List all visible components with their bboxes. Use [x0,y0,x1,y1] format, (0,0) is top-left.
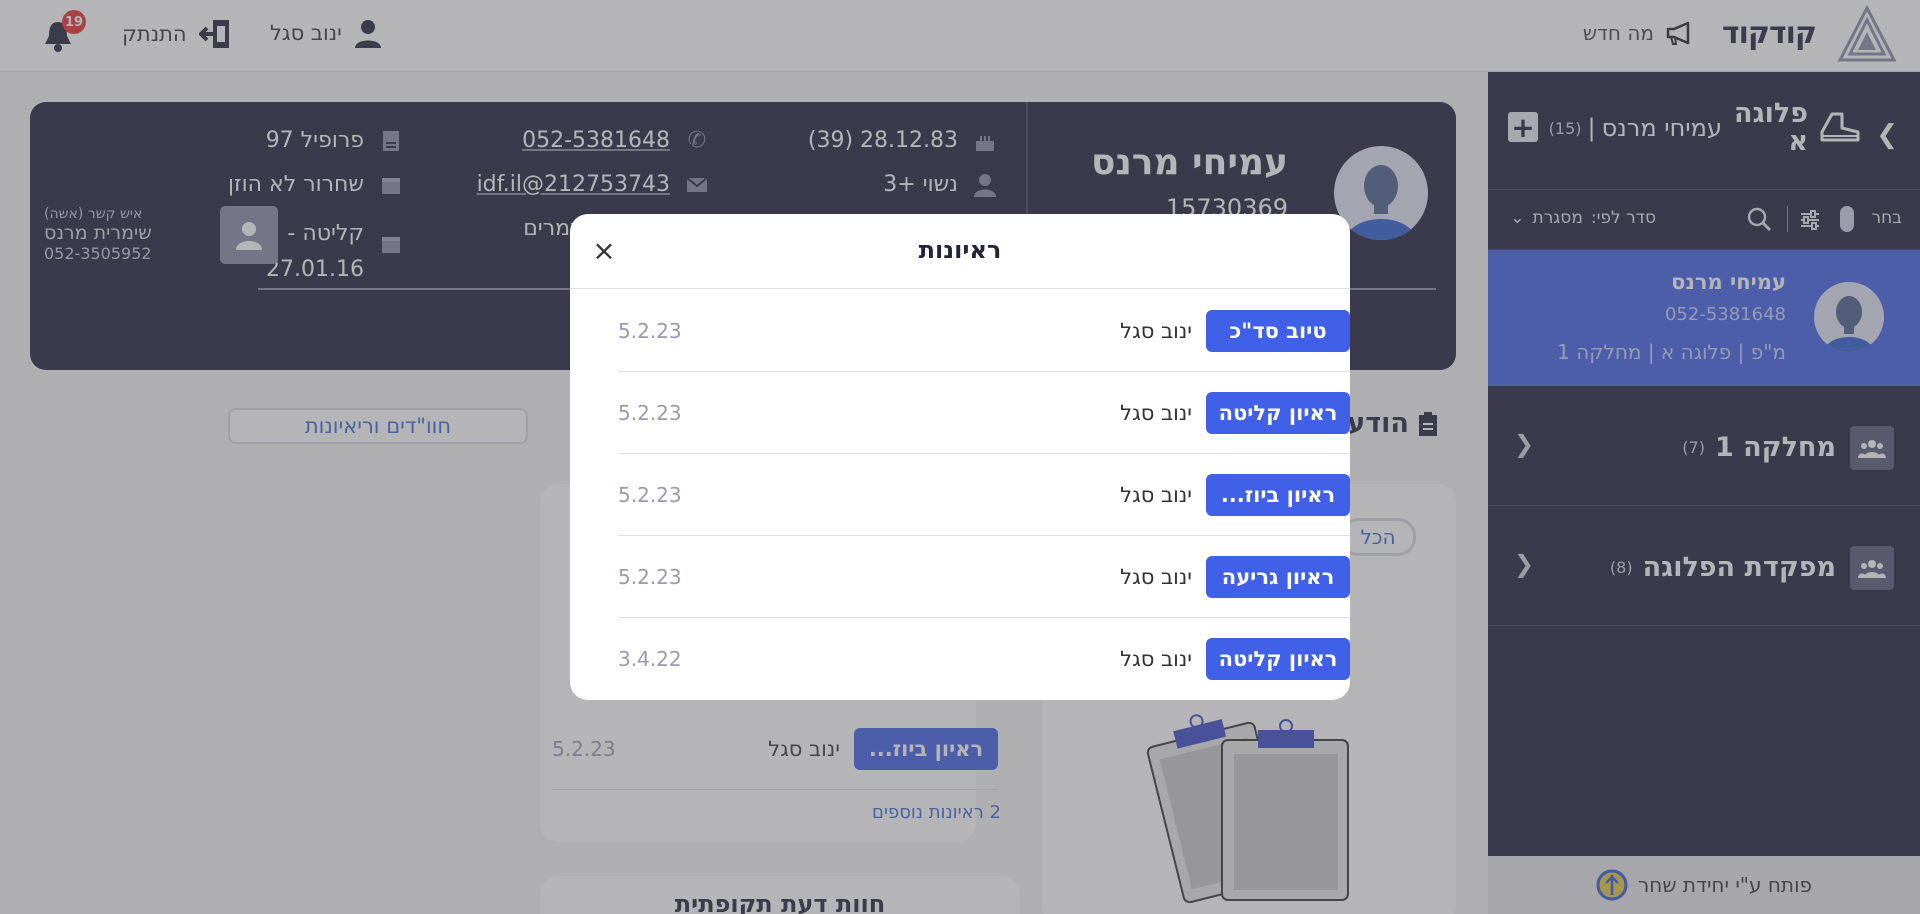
interviewer-name: ינוב סגל [1120,482,1192,507]
interview-date: 3.4.22 [618,647,682,671]
interview-date: 5.2.23 [618,400,682,425]
interview-type-button[interactable]: ראיון גריעה [1206,555,1350,598]
interview-type-button[interactable]: ראיון קליטה [1206,391,1350,434]
interview-date: 5.2.23 [618,564,682,589]
table-row[interactable]: טיוב סד"כ ינוב סגל 5.2.23 [618,290,1350,372]
interview-type-button[interactable]: ראיון קליטה [1206,638,1350,680]
interview-type-button[interactable]: טיוב סד"כ [1206,309,1350,352]
interview-date: 5.2.23 [618,482,682,507]
interviewer-name: ינוב סגל [1120,564,1192,589]
modal-title: ראיונות [918,236,1002,264]
close-icon[interactable]: × [588,234,620,267]
interviewer-name: ינוב סגל [1120,318,1192,343]
modal-divider [570,288,1350,289]
table-row[interactable]: ראיון קליטה ינוב סגל 3.4.22 [618,618,1350,700]
interviews-modal: ראיונות × טיוב סד"כ ינוב סגל 5.2.23 ראיו… [570,214,1350,700]
interviewer-name: ינוב סגל [1120,400,1192,425]
table-row[interactable]: ראיון ביוז... ינוב סגל 5.2.23 [618,454,1350,536]
table-row[interactable]: ראיון קליטה ינוב סגל 5.2.23 [618,372,1350,454]
interview-type-button[interactable]: ראיון ביוז... [1206,473,1350,516]
interviewer-name: ינוב סגל [1120,647,1192,671]
table-row[interactable]: ראיון גריעה ינוב סגל 5.2.23 [618,536,1350,618]
interview-date: 5.2.23 [618,318,682,343]
